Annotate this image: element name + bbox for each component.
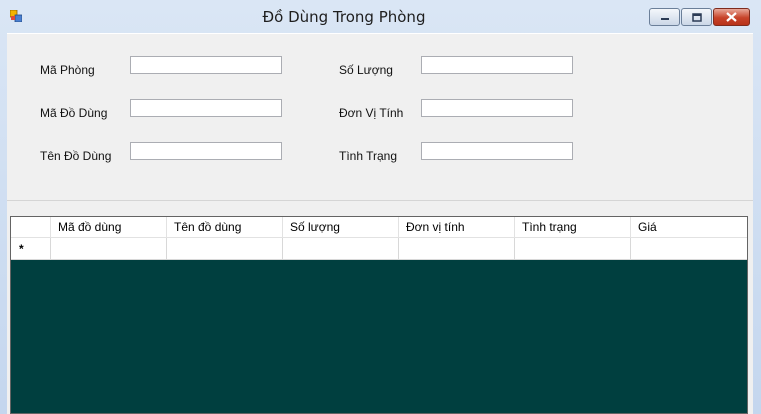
don-vi-tinh-label: Đơn Vị Tính [339, 106, 404, 120]
cell-ma-do-dung[interactable] [51, 238, 167, 260]
column-header-ma-do-dung[interactable]: Mã đồ dùng [51, 217, 167, 237]
column-header-tinh-trang[interactable]: Tình trạng [515, 217, 631, 237]
window-title: Đồ Dùng Trong Phòng [262, 8, 426, 26]
column-header-gia[interactable]: Giá [631, 217, 747, 237]
column-header-so-luong[interactable]: Số lượng [283, 217, 399, 237]
ma-phong-input[interactable] [130, 56, 282, 74]
ma-do-dung-label: Mã Đồ Dùng [40, 106, 108, 120]
column-header-don-vi-tinh[interactable]: Đơn vị tính [399, 217, 515, 237]
tinh-trang-input[interactable] [421, 142, 573, 160]
new-row-marker: * [19, 242, 24, 256]
don-vi-tinh-input[interactable] [421, 99, 573, 117]
column-header-ten-do-dung[interactable]: Tên đồ dùng [167, 217, 283, 237]
close-button[interactable] [713, 8, 750, 26]
input-panel: Mã Phòng Mã Đồ Dùng Tên Đồ Dùng Số Lượng… [7, 33, 753, 201]
minimize-icon [660, 18, 669, 20]
app-window: Đồ Dùng Trong Phòng Mã Phòng Mã Đồ Dùng … [0, 0, 761, 414]
tinh-trang-label: Tình Trạng [339, 149, 398, 163]
cell-gia[interactable] [631, 238, 747, 260]
cell-so-luong[interactable] [283, 238, 399, 260]
ten-do-dung-input[interactable] [130, 142, 282, 160]
new-row[interactable]: * [11, 238, 747, 260]
maximize-button[interactable] [681, 8, 712, 26]
so-luong-label: Số Lượng [339, 63, 393, 77]
grid-header: Mã đồ dùng Tên đồ dùng Số lượng Đơn vị t… [11, 217, 747, 238]
minimize-button[interactable] [649, 8, 680, 26]
cell-tinh-trang[interactable] [515, 238, 631, 260]
row-header[interactable]: * [11, 238, 51, 260]
grid-corner-header[interactable] [11, 217, 51, 237]
close-icon [726, 12, 737, 22]
ma-do-dung-input[interactable] [130, 99, 282, 117]
ten-do-dung-label: Tên Đồ Dùng [40, 149, 112, 163]
form-client-area: Mã Phòng Mã Đồ Dùng Tên Đồ Dùng Số Lượng… [7, 33, 753, 414]
data-grid[interactable]: Mã đồ dùng Tên đồ dùng Số lượng Đơn vị t… [10, 216, 748, 414]
maximize-icon [691, 12, 702, 22]
cell-ten-do-dung[interactable] [167, 238, 283, 260]
title-bar[interactable]: Đồ Dùng Trong Phòng [0, 0, 761, 33]
cell-don-vi-tinh[interactable] [399, 238, 515, 260]
ma-phong-label: Mã Phòng [40, 63, 95, 77]
so-luong-input[interactable] [421, 56, 573, 74]
